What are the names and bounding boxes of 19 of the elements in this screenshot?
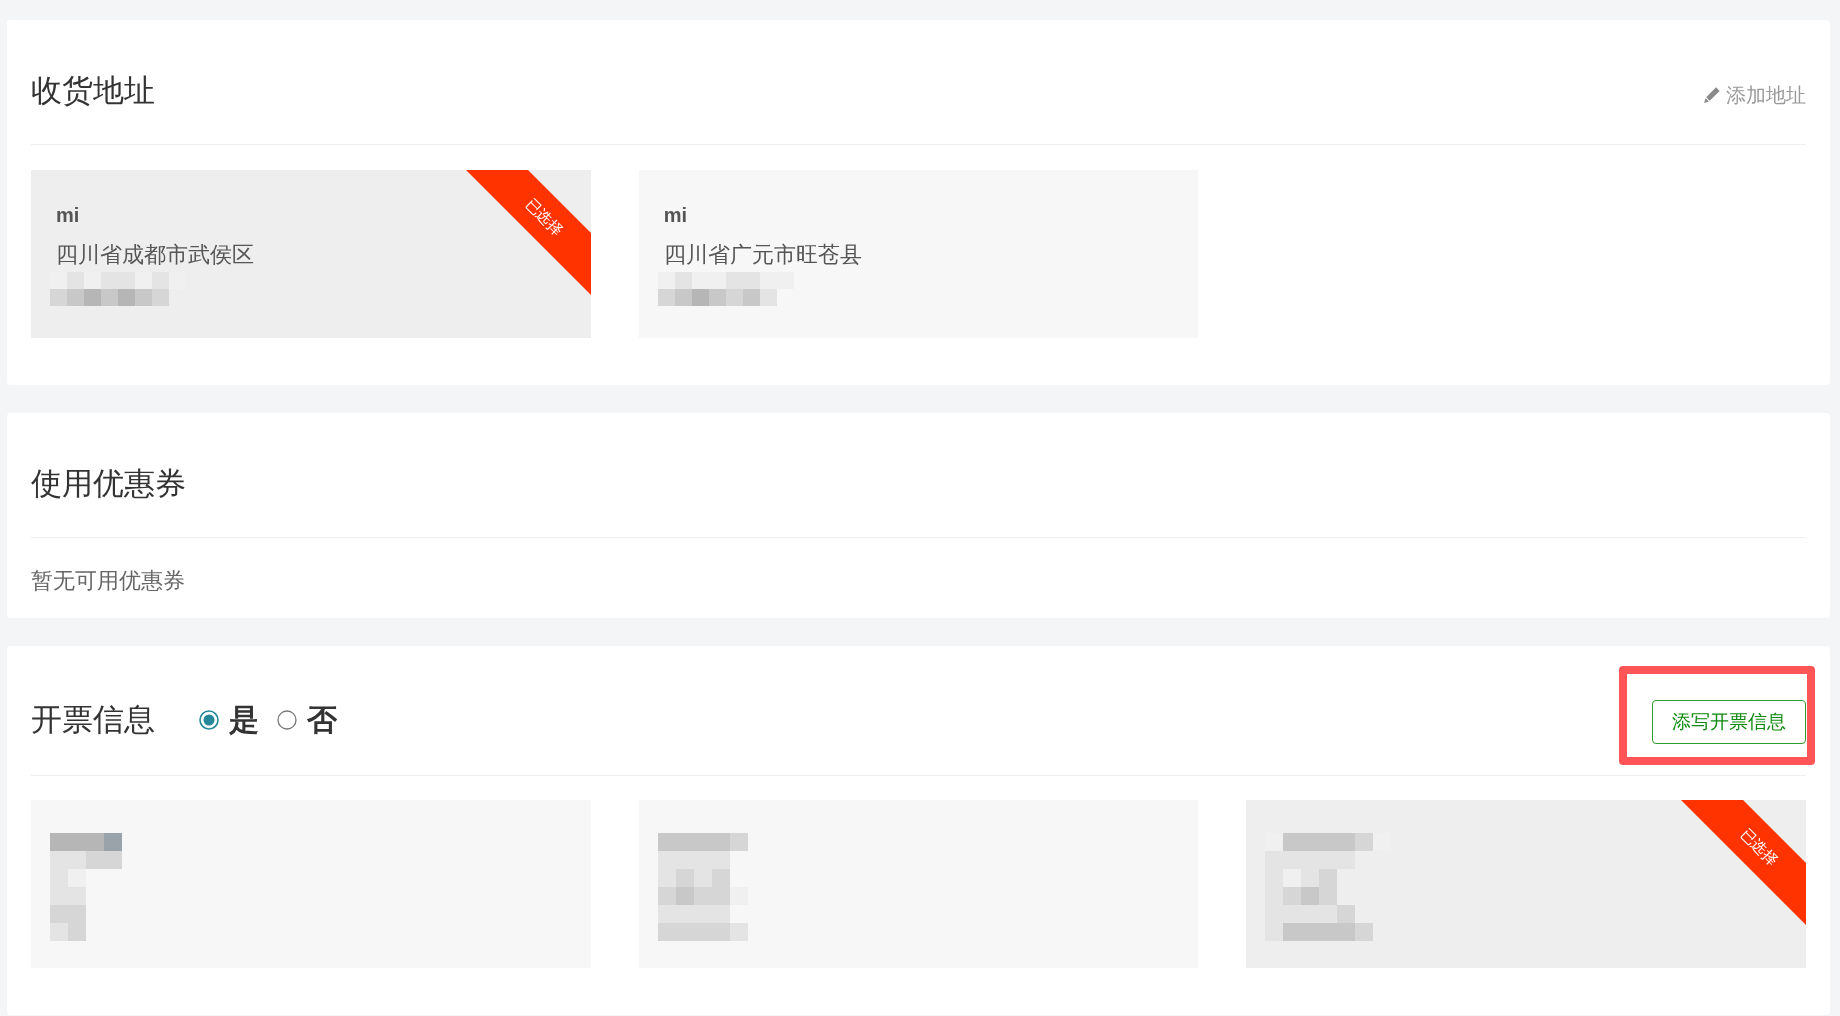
invoice-card[interactable]: 已选择: [1246, 800, 1806, 968]
address-text: 四川省成都市武侯区: [56, 241, 254, 269]
radio-option[interactable]: 否: [277, 700, 337, 739]
radio-checked-icon[interactable]: [199, 709, 219, 730]
section-title: 开票信息: [31, 700, 155, 739]
radio-empty-icon[interactable]: [277, 709, 297, 730]
recipient-name: mi: [56, 203, 80, 228]
ribbon-label: 已选择: [1737, 825, 1781, 869]
address-card[interactable]: mi 四川省成都市武侯区 已选择: [31, 170, 591, 338]
address-card[interactable]: mi 四川省广元市旺苍县: [638, 170, 1199, 338]
ribbon-label: 已选择: [522, 195, 566, 239]
pencil-icon: [1703, 86, 1721, 104]
address-text: 四川省广元市旺苍县: [663, 241, 862, 269]
recipient-name: mi: [663, 203, 687, 228]
empty-coupon-text: 暂无可用优惠券: [31, 567, 185, 595]
section-title: 使用优惠券: [31, 465, 186, 503]
section-title: 收货地址: [31, 72, 155, 110]
radio-option[interactable]: 是: [199, 700, 259, 739]
fill-invoice-button[interactable]: 添写开票信息: [1652, 700, 1806, 744]
